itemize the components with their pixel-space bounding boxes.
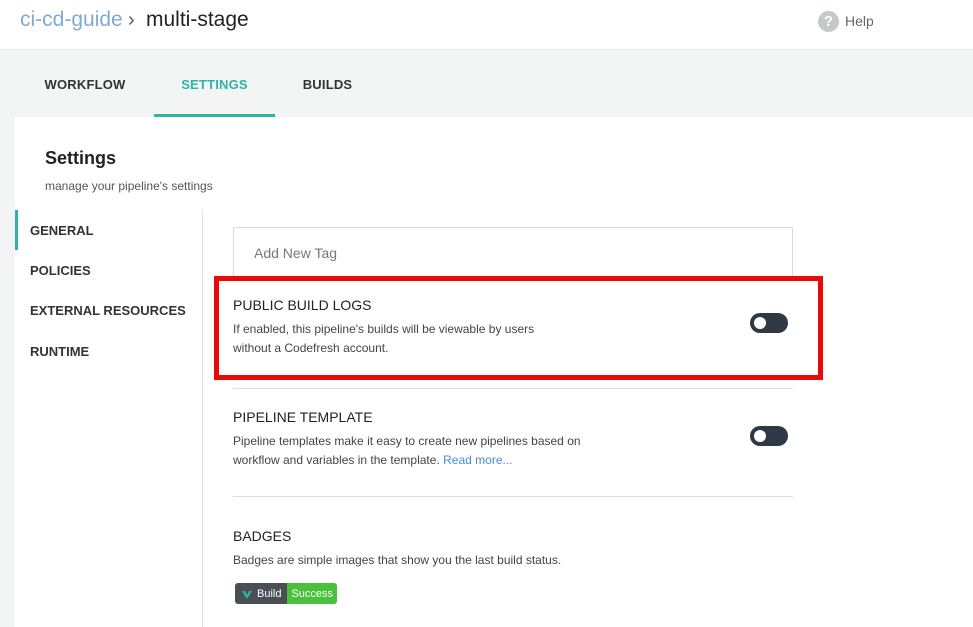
breadcrumb-project-link[interactable]: ci-cd-guide — [20, 8, 123, 32]
help-button[interactable]: ? Help — [818, 10, 874, 32]
top-bar: ci-cd-guide › multi-stage ? Help — [0, 0, 973, 50]
pipeline-template-section: PIPELINE TEMPLATE Pipeline templates mak… — [233, 389, 793, 496]
public-build-logs-description: If enabled, this pipeline's builds will … — [233, 322, 535, 355]
help-label: Help — [845, 13, 874, 29]
toggle-knob — [754, 317, 766, 329]
page-subtitle: manage your pipeline's settings — [45, 179, 213, 193]
sidebar-item-policies[interactable]: POLICIES — [15, 250, 203, 290]
breadcrumb-separator: › — [128, 9, 135, 31]
breadcrumb-pipeline-name: multi-stage — [146, 8, 249, 31]
tab-builds[interactable]: BUILDS — [275, 51, 380, 117]
add-tag-input[interactable] — [233, 227, 793, 277]
tab-settings[interactable]: SETTINGS — [154, 51, 275, 117]
build-status-badge[interactable]: Build Success — [235, 583, 338, 604]
public-build-logs-title: PUBLIC BUILD LOGS — [233, 297, 372, 313]
toggle-knob — [754, 430, 766, 442]
pipeline-template-toggle[interactable] — [750, 426, 788, 446]
public-build-logs-section: PUBLIC BUILD LOGS If enabled, this pipel… — [233, 277, 793, 389]
badges-description: Badges are simple images that show you t… — [233, 553, 562, 567]
badge-build-segment: Build — [235, 583, 288, 604]
tab-workflow[interactable]: WORKFLOW — [15, 51, 155, 117]
badges-title: BADGES — [233, 528, 292, 544]
codefresh-logo-icon — [242, 590, 252, 599]
sidebar-item-general[interactable]: GENERAL — [15, 210, 203, 250]
sidebar-item-external-resources[interactable]: EXTERNAL RESOURCES — [15, 290, 203, 330]
pipeline-template-title: PIPELINE TEMPLATE — [233, 409, 373, 425]
sidebar-item-runtime[interactable]: RUNTIME — [15, 331, 203, 371]
settings-panel: Settings manage your pipeline's settings… — [15, 117, 973, 627]
badge-build-label: Build — [257, 587, 282, 600]
pipeline-template-description-text: Pipeline templates make it easy to creat… — [233, 434, 581, 467]
pipeline-tabs: WORKFLOW SETTINGS BUILDS — [0, 51, 973, 117]
page-title: Settings — [45, 148, 117, 168]
public-build-logs-toggle[interactable] — [750, 313, 788, 333]
question-circle-icon: ? — [818, 10, 839, 32]
sidebar-divider — [202, 210, 203, 627]
badge-status-label: Success — [287, 583, 338, 604]
read-more-link[interactable]: Read more... — [443, 453, 512, 467]
pipeline-template-description: Pipeline templates make it easy to creat… — [233, 432, 613, 470]
